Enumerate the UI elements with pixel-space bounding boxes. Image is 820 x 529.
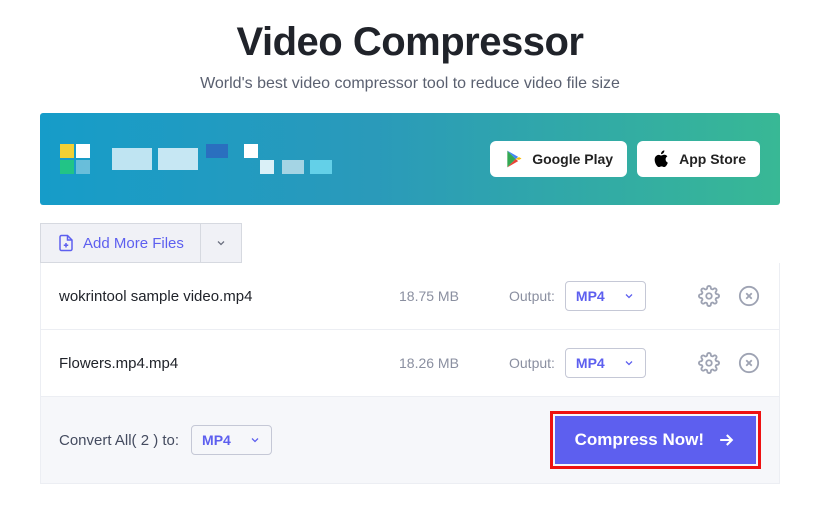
remove-button[interactable] xyxy=(737,284,761,308)
file-size: 18.75 MB xyxy=(399,288,489,304)
chevron-down-icon xyxy=(215,237,227,249)
google-play-icon xyxy=(504,149,524,169)
footer-bar: Convert All( 2 ) to: MP4 Compress Now! xyxy=(41,397,779,483)
add-more-files-button[interactable]: Add More Files xyxy=(41,224,201,262)
app-store-button[interactable]: App Store xyxy=(637,141,760,177)
file-row: Flowers.mp4.mp4 18.26 MB Output: MP4 xyxy=(41,330,779,397)
settings-button[interactable] xyxy=(697,284,721,308)
arrow-right-icon xyxy=(716,430,736,450)
add-more-files-label: Add More Files xyxy=(83,235,184,252)
google-play-button[interactable]: Google Play xyxy=(490,141,627,177)
output-label: Output: xyxy=(509,288,555,304)
output-format-value: MP4 xyxy=(576,355,605,371)
remove-button[interactable] xyxy=(737,351,761,375)
output-format-value: MP4 xyxy=(576,288,605,304)
add-files-group: Add More Files xyxy=(40,223,242,263)
convert-all-label: Convert All( 2 ) to: xyxy=(59,432,179,449)
file-size: 18.26 MB xyxy=(399,355,489,371)
add-files-dropdown[interactable] xyxy=(201,224,241,262)
output-label: Output: xyxy=(509,355,555,371)
file-name: Flowers.mp4.mp4 xyxy=(59,355,399,372)
page-subtitle: World's best video compressor tool to re… xyxy=(40,75,780,93)
app-store-label: App Store xyxy=(679,151,746,167)
file-row: wokrintool sample video.mp4 18.75 MB Out… xyxy=(41,263,779,330)
chevron-down-icon xyxy=(249,434,261,446)
chevron-down-icon xyxy=(623,357,635,369)
settings-button[interactable] xyxy=(697,351,721,375)
output-format-select[interactable]: MP4 xyxy=(565,348,646,378)
file-list: wokrintool sample video.mp4 18.75 MB Out… xyxy=(40,263,780,484)
close-circle-icon xyxy=(738,352,760,374)
compress-highlight: Compress Now! xyxy=(550,411,761,469)
chevron-down-icon xyxy=(623,290,635,302)
banner-mosaic xyxy=(60,144,332,174)
file-add-icon xyxy=(57,234,75,252)
gear-icon xyxy=(698,285,720,307)
google-play-label: Google Play xyxy=(532,151,613,167)
page-title: Video Compressor xyxy=(40,20,780,65)
convert-all-format-select[interactable]: MP4 xyxy=(191,425,272,455)
compress-now-button[interactable]: Compress Now! xyxy=(555,416,756,464)
apple-icon xyxy=(651,149,671,169)
promo-banner: Google Play App Store xyxy=(40,113,780,205)
compress-now-label: Compress Now! xyxy=(575,430,704,450)
file-name: wokrintool sample video.mp4 xyxy=(59,288,399,305)
convert-all-format-value: MP4 xyxy=(202,432,231,448)
output-format-select[interactable]: MP4 xyxy=(565,281,646,311)
close-circle-icon xyxy=(738,285,760,307)
gear-icon xyxy=(698,352,720,374)
